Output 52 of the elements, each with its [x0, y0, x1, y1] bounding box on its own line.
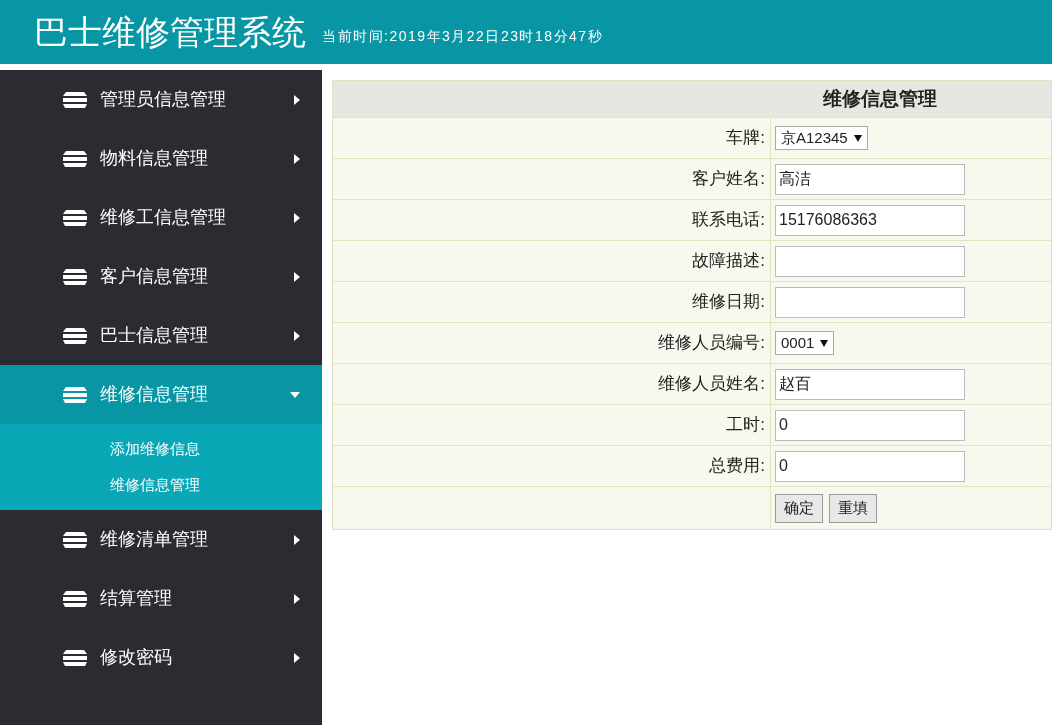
layers-icon	[62, 267, 88, 286]
caret-right-icon	[294, 534, 300, 545]
caret-right-icon	[294, 652, 300, 663]
field-label: 联系电话:	[692, 209, 765, 232]
input-field[interactable]: 高洁	[775, 163, 965, 195]
menu-item[interactable]: 维修信息管理	[0, 365, 322, 424]
caret-right-icon	[294, 94, 300, 105]
field-label: 工时:	[726, 414, 765, 437]
menu-item[interactable]: 物料信息管理	[0, 129, 322, 188]
field-label: 客户姓名:	[692, 168, 765, 191]
menu-item[interactable]: 维修清单管理	[0, 510, 322, 569]
menu-item[interactable]: 客户信息管理	[0, 247, 322, 306]
caret-right-icon	[294, 271, 300, 282]
form-title: 维修信息管理	[823, 86, 937, 111]
caret-right-icon	[294, 153, 300, 164]
caret-right-icon	[294, 212, 300, 223]
menu-item[interactable]: 管理员信息管理	[0, 70, 322, 129]
input-field[interactable]	[775, 286, 965, 318]
layers-icon	[62, 149, 88, 168]
layers-icon	[62, 90, 88, 109]
field-label: 总费用:	[709, 455, 765, 478]
dropdown[interactable]: 0001	[775, 331, 835, 355]
dropdown-arrow-icon	[820, 339, 829, 347]
field-label: 维修人员编号:	[658, 332, 765, 355]
form-button[interactable]: 确定	[775, 493, 823, 523]
layers-icon	[62, 589, 88, 608]
dropdown-arrow-icon	[853, 134, 862, 142]
caret-right-icon	[294, 330, 300, 341]
app-title: 巴士维修管理系统	[34, 15, 306, 49]
menu-item[interactable]: 结算管理	[0, 569, 322, 628]
form-button[interactable]: 重填	[829, 493, 877, 523]
input-field[interactable]: 0	[775, 409, 965, 441]
field-label: 故障描述:	[692, 250, 765, 273]
input-field[interactable]: 赵百	[775, 368, 965, 400]
input-field[interactable]: 0	[775, 450, 965, 482]
menu-item[interactable]: 修改密码	[0, 628, 322, 687]
input-field[interactable]	[775, 245, 965, 277]
field-label: 维修人员姓名:	[658, 373, 765, 396]
field-label: 维修日期:	[692, 291, 765, 314]
menu-item[interactable]: 巴士信息管理	[0, 306, 322, 365]
layers-icon	[62, 385, 88, 404]
layers-icon	[62, 648, 88, 667]
dropdown[interactable]: 京A12345	[775, 126, 868, 150]
menu-item[interactable]: 维修工信息管理	[0, 188, 322, 247]
current-time: 当前时间:2019年3月22日23时18分47秒	[322, 26, 604, 46]
input-field[interactable]: 15176086363	[775, 204, 965, 236]
field-label: 车牌:	[726, 127, 765, 150]
layers-icon	[62, 326, 88, 345]
caret-down-icon	[290, 391, 300, 398]
layers-icon	[62, 208, 88, 227]
layers-icon	[62, 530, 88, 549]
caret-right-icon	[294, 593, 300, 604]
